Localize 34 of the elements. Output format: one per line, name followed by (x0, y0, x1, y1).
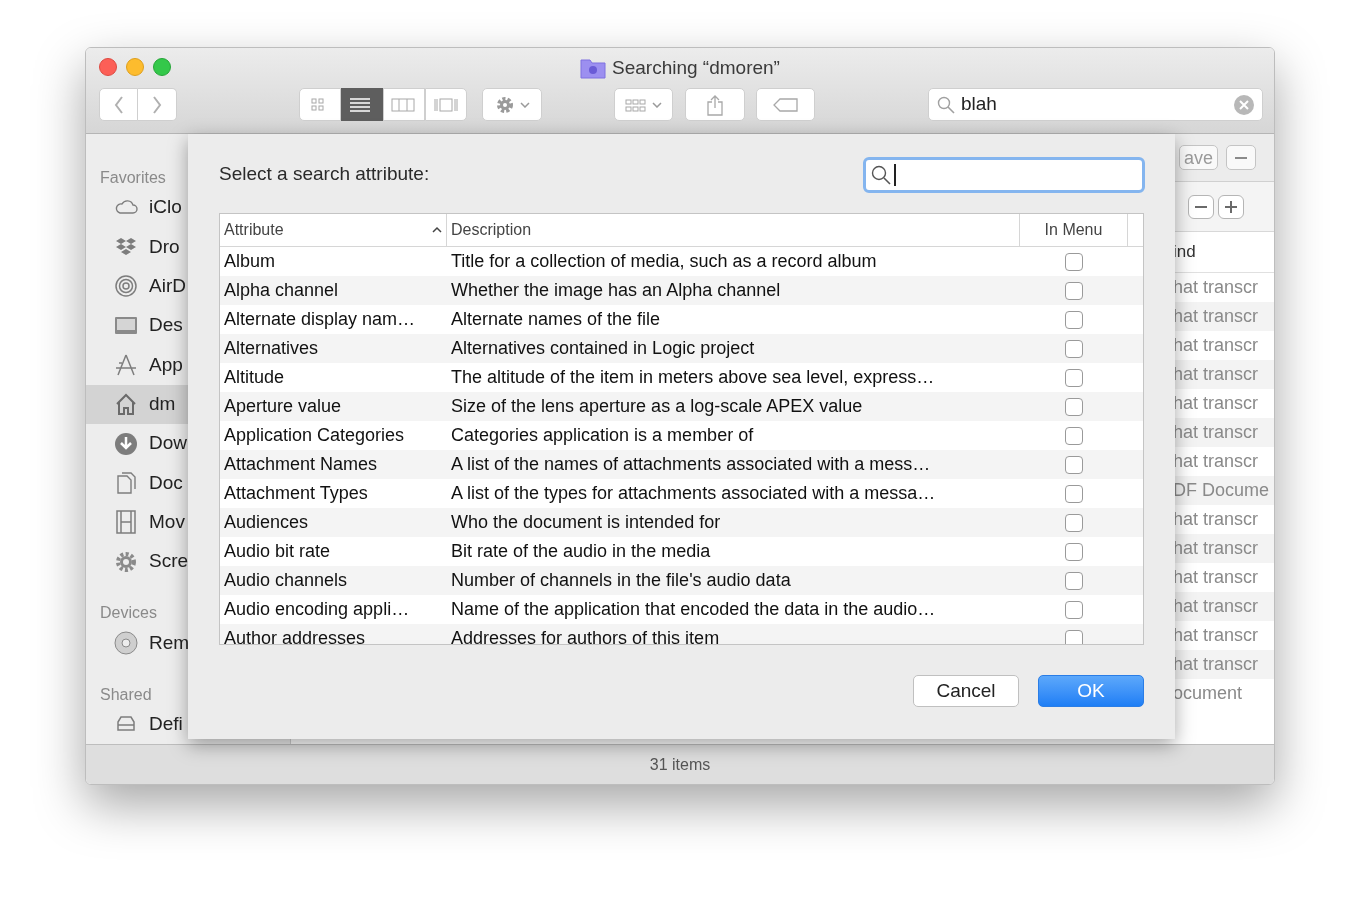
table-cell-text: Author addresses (223, 627, 367, 644)
table-cell-text: A list of the names of attachments associated with a mess… (450, 453, 932, 476)
table-cell-text: Attachment Names (223, 453, 379, 476)
sidebar-heading: Favorites (100, 169, 166, 186)
table-cell-text: Audio encoding appli… (223, 598, 411, 621)
table-cell-text: Album (223, 250, 277, 273)
table-cell-text: Alternate names of the file (450, 308, 662, 331)
table-cell-text: Audiences (223, 511, 310, 534)
table-cell-text: Categories application is a member of (450, 424, 755, 447)
table-cell-text: Alternatives (223, 337, 320, 360)
table-cell-text: Bit rate of the audio in the media (450, 540, 712, 563)
table-cell-text: Alternatives contained in Logic project (450, 337, 756, 360)
table-cell-text: Audio bit rate (223, 540, 332, 563)
table-cell-text: Alternate display nam… (223, 308, 417, 331)
table-cell-text: A list of the types for attachments associated with a messa… (450, 482, 937, 505)
table-cell-text: Title for a collection of media, such as a record album (450, 250, 878, 273)
item-count: 31 items (649, 754, 711, 775)
table-cell-text: Attachment Types (223, 482, 369, 505)
table-cell-text: Whether the image has an Alpha channel (450, 279, 782, 302)
table-cell-text: The altitude of the item in meters above sea level, express… (450, 366, 936, 389)
table-cell-text: Size of the lens aperture as a log-scale APEX value (450, 395, 864, 418)
dialog-prompt: Select a search attribute: (219, 162, 430, 187)
table-cell-text: Number of channels in the file's audio data (450, 569, 792, 592)
table-cell-text: Altitude (223, 366, 286, 389)
table-cell-text: Alpha channel (223, 279, 340, 302)
table-cell-text: Aperture value (223, 395, 343, 418)
table-cell-text: Application Categories (223, 424, 406, 447)
sidebar-heading: Shared (100, 685, 152, 703)
table-cell-text: Who the document is intended for (450, 511, 722, 534)
table-cell-text: Addresses for authors of this item (450, 627, 721, 644)
window-title: Searching “dmoren” (612, 56, 780, 80)
sidebar-heading: Devices (100, 604, 157, 622)
table-cell-text: Audio channels (223, 569, 349, 592)
table-cell-text: Name of the application that encoded the data in the audio… (450, 598, 937, 621)
